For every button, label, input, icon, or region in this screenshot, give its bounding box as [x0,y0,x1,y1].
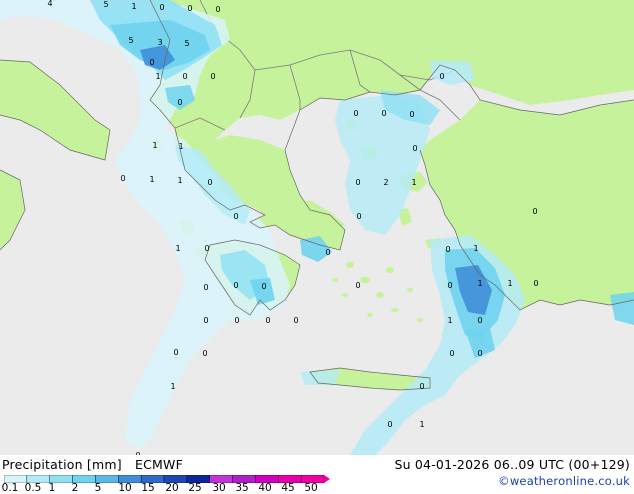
precip-value: 0 [293,316,298,325]
precip-value: 0 [381,109,386,118]
precip-value: 0 [233,281,238,290]
precip-value: 0 [355,178,360,187]
precip-value: 0 [325,248,330,257]
precip-value: 0 [477,316,482,325]
precip-value: 5 [184,39,189,48]
scale-tick-label: 35 [235,482,249,494]
precip-value: 1 [175,244,180,253]
precip-value: 0 [182,72,187,81]
legend-footer: Precipitation [mm] ECMWF Su 04-01-2026 0… [0,455,634,494]
precip-value: 0 [409,110,414,119]
precip-value: 0 [353,109,358,118]
precip-value: 0 [120,174,125,183]
precip-value: 1 [447,316,452,325]
precip-value: 0 [356,212,361,221]
precip-value: 0 [234,316,239,325]
precip-value: 0 [261,282,266,291]
precip-value: 1 [170,382,175,391]
scale-tick-label: 25 [188,482,202,494]
precip-value: 0 [355,281,360,290]
precip-value: 0 [215,5,220,14]
legend-title: Precipitation [mm] [2,457,122,472]
scale-tick-label: 20 [165,482,179,494]
scale-tick-label: 1 [48,482,56,494]
scale-tick-label: 2 [71,482,79,494]
precip-value: 1 [177,176,182,185]
credit-link[interactable]: ©weatheronline.co.uk [498,474,630,488]
scale-tick-label: 5 [94,482,102,494]
scale-tick-label: 15 [141,482,155,494]
precip-value: 1 [149,175,154,184]
precip-value: 0 [233,212,238,221]
scale-tick-label: 50 [304,482,318,494]
precip-value: 0 [202,349,207,358]
precip-value: 0 [477,349,482,358]
scale-arrow [324,475,330,483]
precip-value: 1 [507,279,512,288]
precip-value: 0 [387,420,392,429]
precip-value: 5 [128,36,133,45]
precip-value: 0 [203,283,208,292]
precip-value: 1 [178,142,183,151]
precip-value: 0 [203,316,208,325]
precip-value: 0 [445,245,450,254]
validity-time: Su 04-01-2026 06..09 UTC (00+129) [394,457,630,472]
scale-tick-label: 45 [281,482,295,494]
precip-value: 1 [155,72,160,81]
precip-value: 1 [131,2,136,11]
model-name: ECMWF [135,457,183,472]
precip-value: 0 [265,316,270,325]
precip-value: 1 [152,141,157,150]
precip-value: 0 [149,58,154,67]
scale-tick-label: 10 [118,482,132,494]
precip-value: 0 [439,72,444,81]
precip-value: 0 [449,349,454,358]
precip-value: 0 [177,98,182,107]
precip-value: 0 [532,207,537,216]
precip-value: 0 [204,244,209,253]
precip-value: 3 [157,38,162,47]
precip-value: 0 [412,144,417,153]
precip-value: 2 [383,178,388,187]
precip-value: 4 [47,0,52,8]
precip-value: 0 [159,3,164,12]
scale-tick-label: 0.5 [24,482,42,494]
precip-value: 5 [103,0,108,9]
precip-value: 1 [477,279,482,288]
scale-tick-label: 30 [212,482,226,494]
precipitation-map: 4 5 1 0 0 0 5 3 5 0 1 0 0 0 1 1 0 1 1 0 0 0 0 0 0 2 1 0 0 0 0 1 0 1 0 0 0 0 1 1… [0,0,634,455]
precip-value: 1 [473,244,478,253]
precip-value: 0 [210,72,215,81]
precip-value: 0 [533,279,538,288]
precip-value: 1 [419,420,424,429]
precip-value: 0 [187,4,192,13]
precip-value: 0 [419,382,424,391]
precip-value: 0 [173,348,178,357]
scale-tick-label: 40 [258,482,272,494]
precip-value: 1 [411,178,416,187]
scale-tick-label: 0.1 [1,482,19,494]
precip-value: 0 [447,281,452,290]
precip-value: 0 [207,178,212,187]
